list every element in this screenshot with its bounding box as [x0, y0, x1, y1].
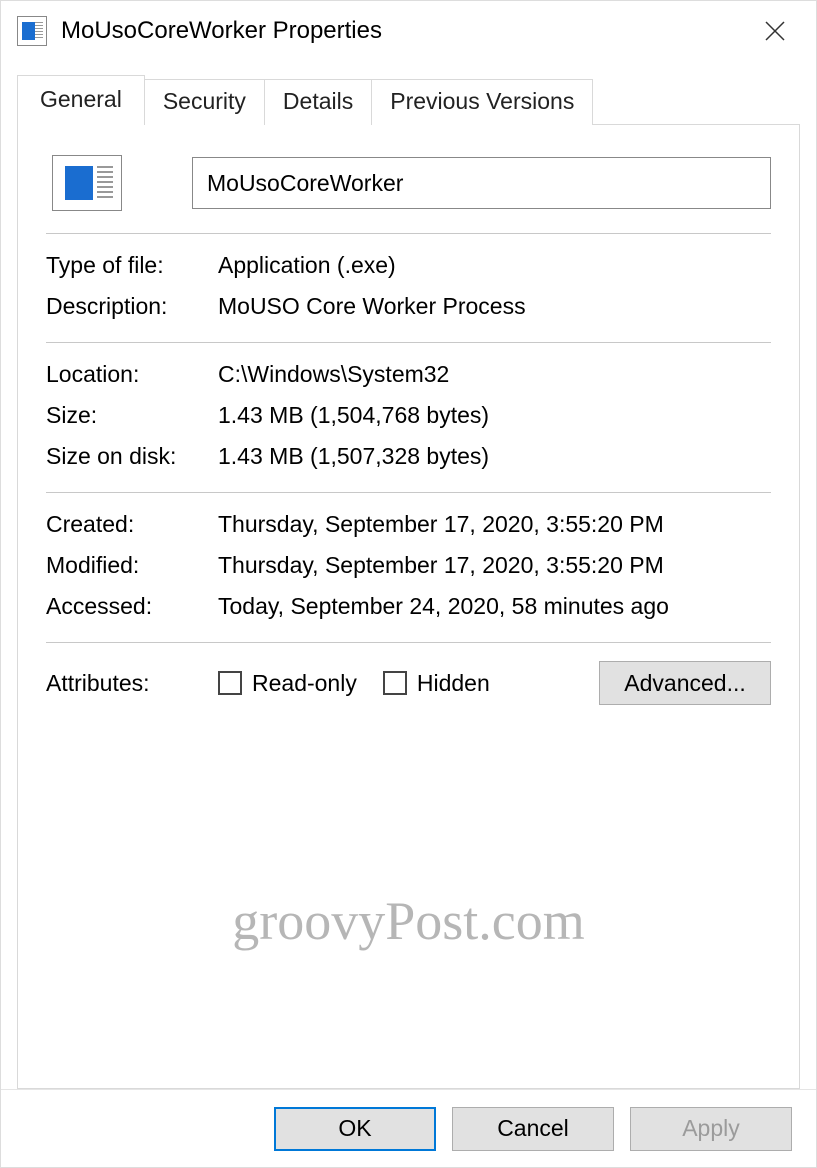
advanced-button[interactable]: Advanced... [599, 661, 771, 705]
value-description: MoUSO Core Worker Process [218, 293, 771, 320]
label-accessed: Accessed: [46, 593, 218, 620]
watermark: groovyPost.com [18, 890, 799, 952]
checkbox-hidden-label: Hidden [417, 670, 490, 697]
row-type: Type of file: Application (.exe) [46, 252, 771, 279]
client-area: General Security Details Previous Versio… [1, 61, 816, 1089]
row-attributes: Attributes: Read-only Hidden Advanced... [46, 661, 771, 705]
close-button[interactable] [740, 6, 810, 56]
tabstrip: General Security Details Previous Versio… [17, 74, 800, 124]
close-icon [765, 21, 785, 41]
window-title: MoUsoCoreWorker Properties [61, 17, 740, 45]
file-header-row [46, 155, 771, 211]
separator [46, 233, 771, 234]
ok-button[interactable]: OK [274, 1107, 436, 1151]
value-size-on-disk: 1.43 MB (1,507,328 bytes) [218, 443, 771, 470]
label-size: Size: [46, 402, 218, 429]
label-location: Location: [46, 361, 218, 388]
file-name-input[interactable] [192, 157, 771, 209]
row-created: Created: Thursday, September 17, 2020, 3… [46, 511, 771, 538]
label-description: Description: [46, 293, 218, 320]
label-attributes: Attributes: [46, 670, 218, 697]
value-modified: Thursday, September 17, 2020, 3:55:20 PM [218, 552, 771, 579]
separator [46, 642, 771, 643]
tab-general-body: Type of file: Application (.exe) Descrip… [17, 124, 800, 1089]
dialog-footer: OK Cancel Apply [1, 1089, 816, 1167]
value-type: Application (.exe) [218, 252, 771, 279]
row-size-on-disk: Size on disk: 1.43 MB (1,507,328 bytes) [46, 443, 771, 470]
row-description: Description: MoUSO Core Worker Process [46, 293, 771, 320]
properties-window: MoUsoCoreWorker Properties General Secur… [0, 0, 817, 1168]
checkbox-readonly-label: Read-only [252, 670, 357, 697]
row-modified: Modified: Thursday, September 17, 2020, … [46, 552, 771, 579]
checkbox-hidden[interactable]: Hidden [383, 670, 490, 697]
value-created: Thursday, September 17, 2020, 3:55:20 PM [218, 511, 771, 538]
row-accessed: Accessed: Today, September 24, 2020, 58 … [46, 593, 771, 620]
label-size-on-disk: Size on disk: [46, 443, 218, 470]
separator [46, 492, 771, 493]
tab-details[interactable]: Details [264, 79, 372, 125]
row-size: Size: 1.43 MB (1,504,768 bytes) [46, 402, 771, 429]
label-modified: Modified: [46, 552, 218, 579]
file-icon [52, 155, 122, 211]
cancel-button[interactable]: Cancel [452, 1107, 614, 1151]
value-size: 1.43 MB (1,504,768 bytes) [218, 402, 771, 429]
titlebar: MoUsoCoreWorker Properties [1, 1, 816, 61]
checkbox-box-icon [218, 671, 242, 695]
tab-previous-versions[interactable]: Previous Versions [371, 79, 593, 125]
app-icon [17, 16, 47, 46]
label-type: Type of file: [46, 252, 218, 279]
apply-button[interactable]: Apply [630, 1107, 792, 1151]
checkbox-readonly[interactable]: Read-only [218, 670, 357, 697]
value-location: C:\Windows\System32 [218, 361, 771, 388]
tab-general[interactable]: General [17, 75, 145, 125]
label-created: Created: [46, 511, 218, 538]
row-location: Location: C:\Windows\System32 [46, 361, 771, 388]
checkbox-box-icon [383, 671, 407, 695]
tab-security[interactable]: Security [144, 79, 265, 125]
value-accessed: Today, September 24, 2020, 58 minutes ag… [218, 593, 771, 620]
separator [46, 342, 771, 343]
